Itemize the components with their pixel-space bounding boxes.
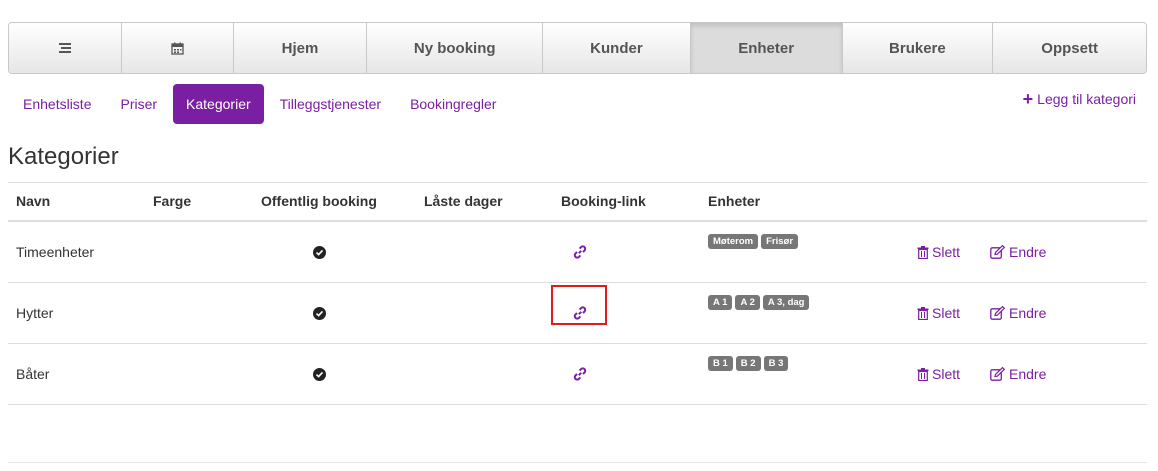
delete-button[interactable]: Slett <box>917 222 960 282</box>
header-booking-link: Booking-link <box>561 193 646 209</box>
bottom-divider <box>8 462 1147 463</box>
category-name: Timeenheter <box>16 244 95 260</box>
trash-icon <box>917 306 929 320</box>
nav-kunder[interactable]: Kunder <box>543 23 691 73</box>
unit-badges: A 1 A 2 A 3, dag <box>708 295 812 310</box>
tab-enhetsliste[interactable]: Enhetsliste <box>10 84 104 124</box>
highlight-box <box>551 285 607 325</box>
add-category-label: Legg til kategori <box>1037 91 1136 107</box>
delete-button[interactable]: Slett <box>917 283 960 343</box>
check-icon <box>313 245 326 259</box>
nav-oppsett[interactable]: Oppsett <box>993 23 1146 73</box>
unit-badge: Møterom <box>708 234 759 249</box>
unit-badge: A 3, dag <box>762 295 810 310</box>
link-icon <box>573 367 587 381</box>
unit-badge: A 1 <box>708 295 733 310</box>
edit-button[interactable]: Endre <box>990 344 1046 404</box>
delete-label: Slett <box>932 244 961 260</box>
page-title: Kategorier <box>8 143 119 170</box>
nav-enheter[interactable]: Enheter <box>690 23 843 73</box>
header-name: Navn <box>16 193 51 209</box>
edit-button[interactable]: Endre <box>990 283 1046 343</box>
header-units: Enheter <box>708 193 761 209</box>
table-row: Timeenheter Møterom Frisør Slett Endre <box>8 222 1147 283</box>
top-navigation: Hjem Ny booking Kunder Enheter Brukere O… <box>8 22 1147 74</box>
add-category-link[interactable]: + Legg til kategori <box>1022 89 1136 109</box>
tab-priser[interactable]: Priser <box>107 84 170 124</box>
edit-icon <box>990 306 1006 320</box>
check-icon <box>313 306 326 320</box>
unit-badge: B 2 <box>735 356 761 371</box>
header-locked-days: Låste dager <box>424 193 503 209</box>
edit-label: Endre <box>1009 366 1047 382</box>
table-header: Navn Farge Offentlig booking Låste dager… <box>8 182 1147 222</box>
nav-ny-booking[interactable]: Ny booking <box>367 23 544 73</box>
tab-bookingregler[interactable]: Bookingregler <box>397 84 509 124</box>
header-public-booking: Offentlig booking <box>261 193 377 209</box>
nav-hjem[interactable]: Hjem <box>233 23 368 73</box>
unit-badge: A 2 <box>735 295 760 310</box>
header-color: Farge <box>153 193 192 209</box>
unit-badge: B 1 <box>708 356 733 371</box>
menu-icon <box>58 43 71 53</box>
tab-kategorier[interactable]: Kategorier <box>173 84 264 124</box>
booking-link-button[interactable] <box>573 222 587 282</box>
edit-button[interactable]: Endre <box>990 222 1046 282</box>
edit-label: Endre <box>1009 244 1047 260</box>
tab-tilleggstjenester[interactable]: Tilleggstjenester <box>267 84 394 124</box>
trash-icon <box>917 367 929 381</box>
edit-icon <box>990 367 1006 381</box>
calendar-icon <box>171 42 184 55</box>
calendar-button[interactable] <box>121 23 234 73</box>
link-icon <box>573 245 587 259</box>
edit-icon <box>990 245 1006 259</box>
booking-link-button[interactable] <box>573 344 587 404</box>
unit-badges: B 1 B 2 B 3 <box>708 356 791 371</box>
menu-button[interactable] <box>9 23 122 73</box>
trash-icon <box>917 245 929 259</box>
category-name: Båter <box>16 366 50 382</box>
check-icon <box>313 367 326 381</box>
plus-icon: + <box>1022 89 1034 109</box>
unit-badges: Møterom Frisør <box>708 234 801 249</box>
nav-brukere[interactable]: Brukere <box>842 23 994 73</box>
unit-badge: B 3 <box>763 356 789 371</box>
category-name: Hytter <box>16 305 54 321</box>
delete-label: Slett <box>932 366 961 382</box>
unit-badge: Frisør <box>761 234 799 249</box>
edit-label: Endre <box>1009 305 1047 321</box>
delete-label: Slett <box>932 305 961 321</box>
delete-button[interactable]: Slett <box>917 344 960 404</box>
sub-tabs: Enhetsliste Priser Kategorier Tilleggstj… <box>10 84 512 124</box>
table-row: Båter B 1 B 2 B 3 Slett Endre <box>8 344 1147 405</box>
